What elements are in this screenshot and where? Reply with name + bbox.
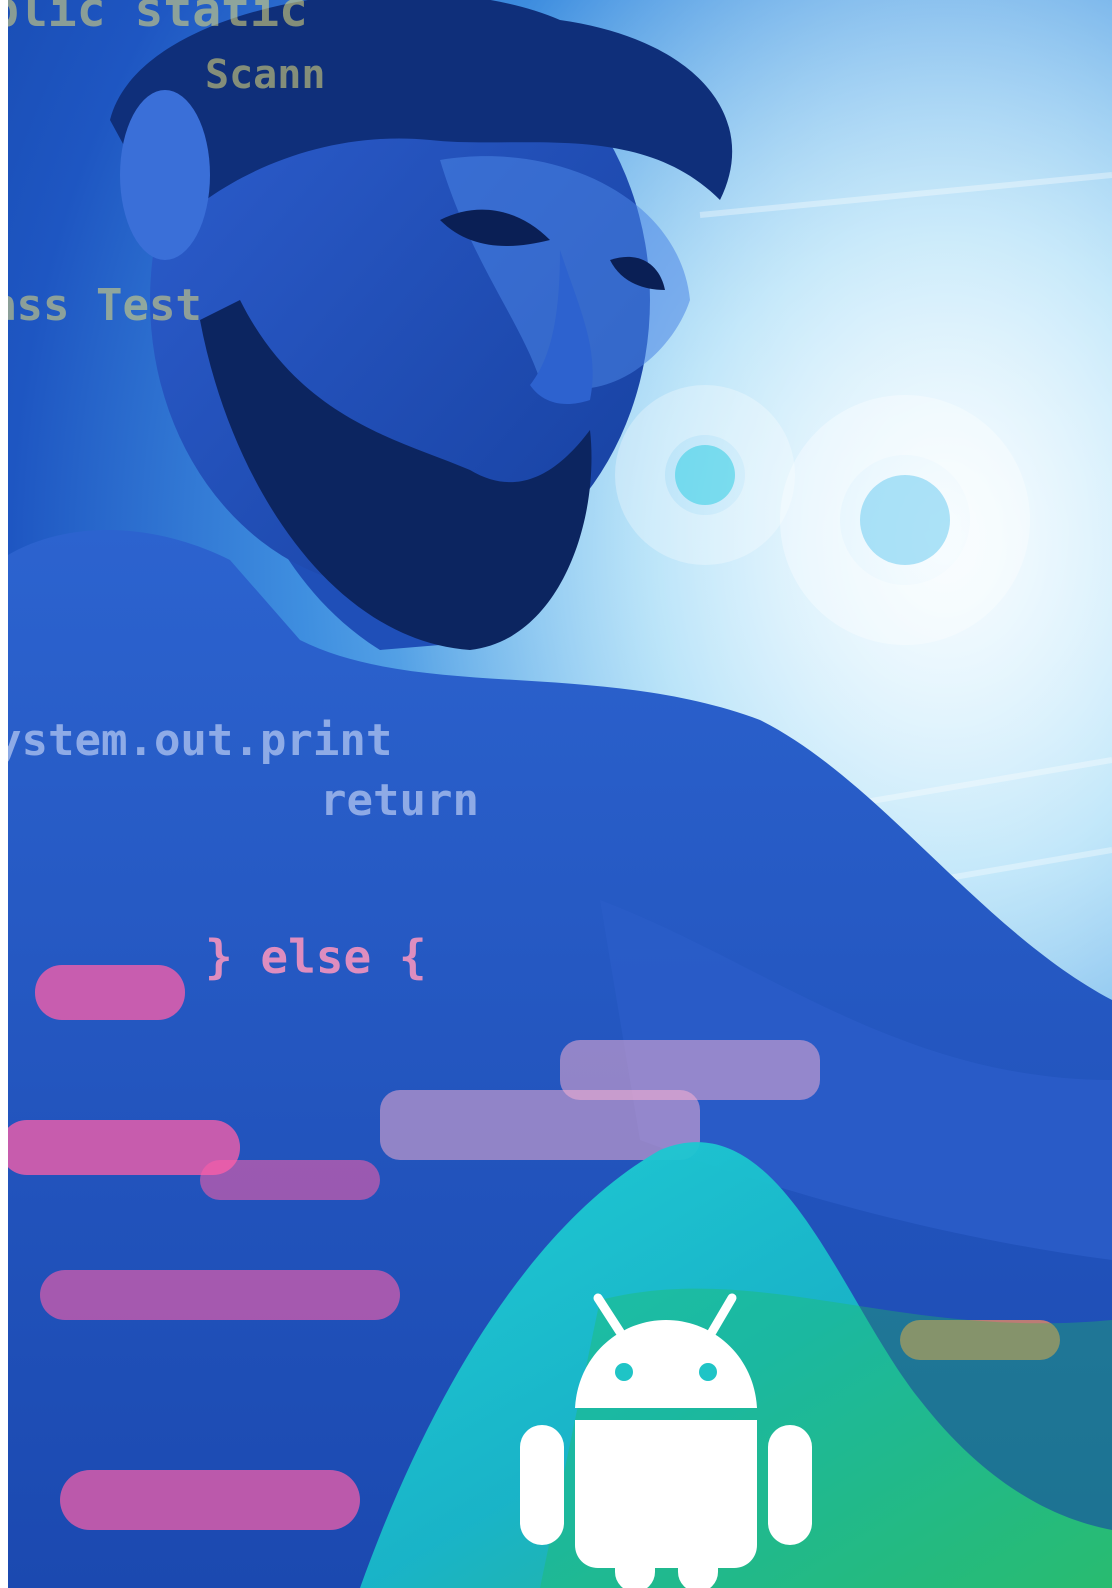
code-line-top: blic static [0, 0, 308, 38]
hero-image: blic static Scann ass Test ystem.out.pri… [0, 0, 1112, 1588]
code-line-return: return [320, 775, 479, 826]
code-line-class: ass Test [0, 280, 202, 331]
code-line-system: ystem.out.print [0, 715, 393, 766]
left-border [0, 0, 8, 1588]
code-line-else: } else { [205, 930, 427, 984]
android-robot-icon [520, 1293, 812, 1588]
code-line-scan: Scann [205, 52, 326, 98]
